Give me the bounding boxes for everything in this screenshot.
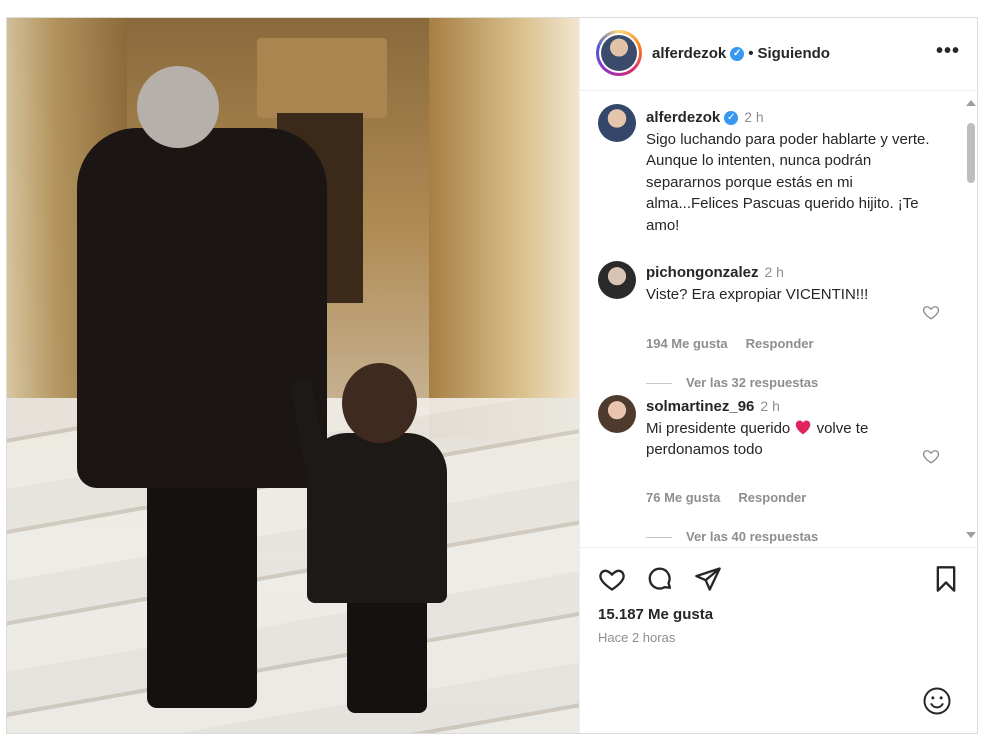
caption-text-block: alferdezok ✓ 2 h Sigo luchando para poder … [646, 107, 946, 236]
comment-username[interactable]: solmartinez_96 [646, 398, 754, 415]
view-replies-button[interactable]: Ver las 40 respuestas [646, 529, 818, 544]
post-side-panel: alferdezok ✓ • Siguiendo ••• alferdezok ✓ 2 h… [579, 18, 978, 733]
caption-username[interactable]: alferdezok [646, 109, 720, 126]
photo-arch [257, 38, 387, 118]
comment-meta: 76 Me gusta Responder [646, 490, 806, 505]
post-like-count[interactable]: 15.187 Me gusta [598, 606, 713, 623]
caption-text: Sigo luchando para poder hablarte y vert… [646, 130, 930, 234]
comment-text-start: Mi presidente querido [646, 419, 795, 437]
following-button[interactable]: Siguiendo [757, 45, 830, 62]
header-separator: • [748, 45, 754, 62]
save-bookmark-icon[interactable] [932, 565, 960, 593]
share-paper-plane-icon[interactable] [694, 565, 722, 593]
comment-like-count[interactable]: 194 Me gusta [646, 336, 728, 351]
post-photo[interactable] [7, 18, 579, 733]
comment-time: 2 h [760, 398, 780, 414]
like-heart-icon[interactable] [598, 565, 626, 593]
comment-username[interactable]: pichongonzalez [646, 264, 759, 281]
photo-child-head [342, 363, 417, 443]
scroll-up-arrow-icon[interactable] [966, 100, 976, 106]
comment-avatar[interactable] [598, 395, 636, 433]
instagram-post: alferdezok ✓ • Siguiendo ••• alferdezok ✓ 2 h… [6, 17, 978, 734]
scrollbar-thumb[interactable] [967, 123, 975, 183]
replies-divider [646, 537, 672, 539]
author-avatar[interactable] [596, 30, 642, 76]
comment-text-block: solmartinez_96 2 h Mi presidente querido … [646, 396, 946, 461]
comment-meta: 194 Me gusta Responder [646, 336, 814, 351]
replies-divider [646, 383, 672, 385]
comments-area[interactable]: alferdezok ✓ 2 h Sigo luchando para poder … [580, 91, 978, 546]
photo-child-legs [347, 593, 427, 713]
view-replies-label: Ver las 32 respuestas [686, 375, 819, 390]
view-replies-button[interactable]: Ver las 32 respuestas [646, 375, 818, 390]
header-user-line: alferdezok ✓ • Siguiendo [652, 45, 830, 62]
red-heart-emoji-icon [796, 419, 811, 434]
comment-time: 2 h [764, 264, 784, 280]
post-actions: 15.187 Me gusta Hace 2 horas [580, 547, 978, 733]
comments-scrollbar[interactable] [964, 95, 976, 543]
scroll-down-arrow-icon[interactable] [966, 532, 976, 538]
comment-like-heart-icon[interactable] [922, 303, 940, 321]
header-username[interactable]: alferdezok [652, 45, 726, 62]
post-header: alferdezok ✓ • Siguiendo ••• [580, 18, 978, 91]
avatar-picture [601, 35, 637, 71]
photo-man-legs [147, 468, 257, 708]
photo-man-body [77, 128, 327, 488]
emoji-picker-icon[interactable] [922, 686, 952, 716]
photo-wall-right [429, 18, 579, 438]
photo-man-head [137, 66, 219, 148]
comment-text-block: pichongonzalez 2 h Viste? Era expropiar V… [646, 262, 946, 305]
comment-like-heart-icon[interactable] [922, 447, 940, 465]
more-options-icon[interactable]: ••• [936, 40, 960, 63]
verified-badge-icon: ✓ [730, 47, 745, 62]
reply-button[interactable]: Responder [746, 336, 814, 351]
verified-badge-icon: ✓ [724, 111, 739, 126]
caption-time: 2 h [744, 109, 764, 125]
view-replies-label: Ver las 40 respuestas [686, 529, 819, 544]
comment-bubble-icon[interactable] [646, 565, 674, 593]
post-timestamp: Hace 2 horas [598, 630, 676, 645]
comment-text: Viste? Era expropiar VICENTIN!!! [646, 285, 869, 303]
reply-button[interactable]: Responder [738, 490, 806, 505]
comment-like-count[interactable]: 76 Me gusta [646, 490, 720, 505]
photo-child-body [307, 433, 447, 603]
comment-avatar[interactable] [598, 261, 636, 299]
caption-avatar[interactable] [598, 104, 636, 142]
